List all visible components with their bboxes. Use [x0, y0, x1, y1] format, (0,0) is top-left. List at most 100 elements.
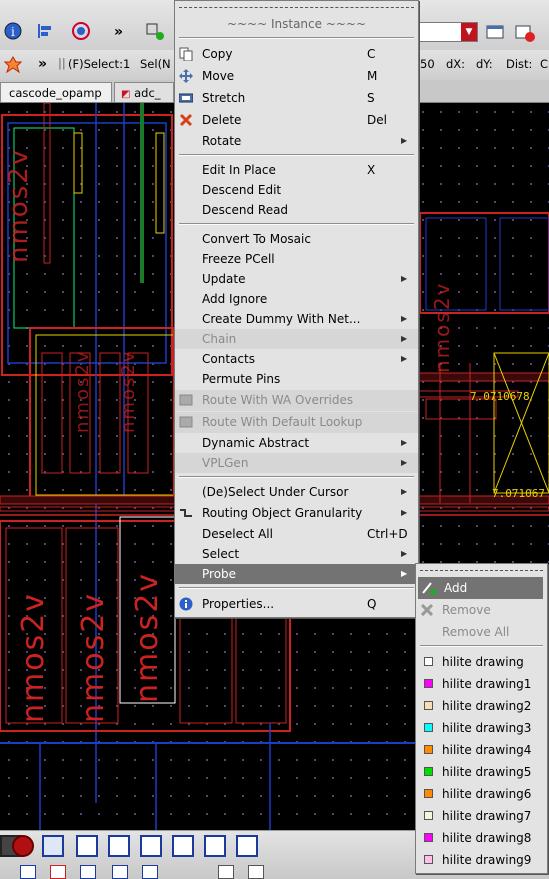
- view-icon[interactable]: [42, 835, 64, 857]
- status-overflow-button[interactable]: »: [38, 56, 47, 72]
- measure-label: 7.0710678: [470, 390, 530, 403]
- probe-submenu: Add Remove Remove All hilite drawing hil…: [415, 563, 548, 874]
- menu-item-move[interactable]: Move M: [175, 66, 418, 86]
- swatch-icon: [424, 855, 433, 864]
- toolbar-overflow-button[interactable]: »: [114, 24, 123, 40]
- divider: [179, 154, 414, 156]
- menu-item-create-dummy[interactable]: Create Dummy With Net... ▶: [175, 309, 418, 329]
- menu-item-permute-pins[interactable]: Permute Pins: [175, 369, 418, 389]
- probe-hilite-drawing5[interactable]: hilite drawing5: [416, 761, 547, 783]
- menu-item-route-default-lookup[interactable]: Route With Default Lookup: [175, 412, 418, 433]
- probe-hilite-drawing2[interactable]: hilite drawing2: [416, 695, 547, 717]
- menu-item-add-ignore[interactable]: Add Ignore: [175, 289, 418, 309]
- probe-remove-all[interactable]: Remove All: [416, 621, 547, 643]
- menu-item-route-wa-overrides[interactable]: Route With WA Overrides: [175, 390, 418, 411]
- swatch-icon: [424, 811, 433, 820]
- probe-remove[interactable]: Remove: [416, 599, 547, 621]
- copy-icon: [179, 47, 193, 61]
- menu-item-properties[interactable]: Properties... Q: [175, 594, 418, 614]
- menu-item-label: VPLGen: [202, 456, 249, 470]
- menu-item-rotate[interactable]: Rotate ▶: [175, 131, 418, 151]
- probe-hilite-drawing9[interactable]: hilite drawing9: [416, 849, 547, 871]
- menu-item-deselect-under-cursor[interactable]: (De)Select Under Cursor ▶: [175, 482, 418, 502]
- menu-item-label: hilite drawing9: [442, 853, 532, 867]
- truncated-label: C: [540, 57, 549, 71]
- menu-item-update[interactable]: Update ▶: [175, 269, 418, 289]
- tearoff-line[interactable]: [420, 570, 543, 571]
- menu-item-label: Delete: [202, 113, 242, 127]
- menu-item-label: Properties...: [202, 597, 275, 611]
- menu-item-edit-in-place[interactable]: Edit In Place X: [175, 160, 418, 180]
- menu-item-descend-read[interactable]: Descend Read: [175, 200, 418, 220]
- menu-item-label: Routing Object Granularity: [202, 506, 363, 520]
- zoom-out-icon[interactable]: [140, 835, 162, 857]
- cell-label: nmos2v: [72, 349, 93, 433]
- menu-item-label: Descend Edit: [202, 183, 282, 197]
- swap-icon[interactable]: [236, 835, 258, 857]
- explode-icon[interactable]: [0, 52, 26, 78]
- menu-item-label: hilite drawing1: [442, 677, 532, 691]
- layer-combo[interactable]: ▼: [416, 22, 478, 42]
- tearoff-line[interactable]: [179, 7, 414, 8]
- menu-item-vplgen[interactable]: VPLGen ▶: [175, 453, 418, 473]
- grid-icon[interactable]: [218, 865, 234, 879]
- chevron-down-icon[interactable]: ▼: [461, 23, 477, 41]
- divider: [179, 476, 414, 478]
- probe-hilite-drawing3[interactable]: hilite drawing3: [416, 717, 547, 739]
- submenu-arrow-icon: ▶: [401, 354, 408, 363]
- probe-hilite-drawing7[interactable]: hilite drawing7: [416, 805, 547, 827]
- menu-item-probe[interactable]: Probe ▶: [175, 564, 418, 584]
- tab-cascode-opamp[interactable]: cascode_opamp: [0, 82, 112, 102]
- probe-add[interactable]: Add: [418, 577, 543, 599]
- menu-item-routing-granularity[interactable]: Routing Object Granularity ▶: [175, 503, 418, 523]
- tool-icon[interactable]: [20, 865, 36, 879]
- edit-icon[interactable]: [204, 835, 226, 857]
- menu-item-deselect-all[interactable]: Deselect All Ctrl+D: [175, 524, 418, 544]
- menu-item-descend-edit[interactable]: Descend Edit: [175, 180, 418, 200]
- menu-header: ~~~~ Instance ~~~~: [175, 14, 418, 34]
- cell-label: nmos2v: [130, 571, 165, 703]
- submenu-arrow-icon: ▶: [401, 314, 408, 323]
- menu-item-copy[interactable]: Copy C: [175, 44, 418, 64]
- pan-icon[interactable]: [172, 835, 194, 857]
- create-instance-icon[interactable]: [142, 18, 168, 44]
- menu-item-label: hilite drawing2: [442, 699, 532, 713]
- zoom-in-icon[interactable]: [108, 835, 130, 857]
- menu-item-delete[interactable]: Delete Del: [175, 110, 418, 130]
- globe-icon[interactable]: [12, 835, 34, 857]
- tab-adc[interactable]: ◩ adc_: [114, 82, 174, 102]
- grid-icon[interactable]: [248, 865, 264, 879]
- tool-icon[interactable]: [80, 865, 96, 879]
- svg-text:i: i: [11, 25, 15, 39]
- menu-item-dynamic-abstract[interactable]: Dynamic Abstract ▶: [175, 433, 418, 453]
- align-icon[interactable]: [32, 18, 58, 44]
- submenu-arrow-icon: ▶: [401, 508, 408, 517]
- menu-item-freeze-pcell[interactable]: Freeze PCell: [175, 249, 418, 269]
- probe-hilite-drawing4[interactable]: hilite drawing4: [416, 739, 547, 761]
- probe-hilite-drawing8[interactable]: hilite drawing8: [416, 827, 547, 849]
- probe-hilite-drawing[interactable]: hilite drawing: [416, 651, 547, 673]
- window-icon[interactable]: [482, 20, 508, 46]
- menu-item-label: Copy: [202, 47, 233, 61]
- route-icon: [179, 416, 193, 428]
- info-icon[interactable]: i: [0, 18, 26, 44]
- probe-hilite-drawing1[interactable]: hilite drawing1: [416, 673, 547, 695]
- probe-hilite-drawing6[interactable]: hilite drawing6: [416, 783, 547, 805]
- refresh-icon[interactable]: [68, 18, 94, 44]
- menu-item-contacts[interactable]: Contacts ▶: [175, 349, 418, 369]
- menu-item-label: hilite drawing4: [442, 743, 532, 757]
- menu-item-stretch[interactable]: Stretch S: [175, 88, 418, 108]
- tool-icon[interactable]: [50, 865, 66, 879]
- swatch-icon: [424, 767, 433, 776]
- tool-icon[interactable]: [142, 865, 158, 879]
- menu-item-select[interactable]: Select ▶: [175, 544, 418, 564]
- close-window-icon[interactable]: [512, 20, 538, 46]
- menu-item-label: Edit In Place: [202, 163, 276, 177]
- cell-label: nmos2v: [4, 147, 34, 263]
- menu-item-convert-to-mosaic[interactable]: Convert To Mosaic: [175, 229, 418, 249]
- menu-item-chain[interactable]: Chain ▶: [175, 329, 418, 349]
- zoom-fit-icon[interactable]: [76, 835, 98, 857]
- cell-icon: ◩: [121, 89, 131, 100]
- dx-label: dX:: [446, 57, 466, 71]
- tool-icon[interactable]: [112, 865, 128, 879]
